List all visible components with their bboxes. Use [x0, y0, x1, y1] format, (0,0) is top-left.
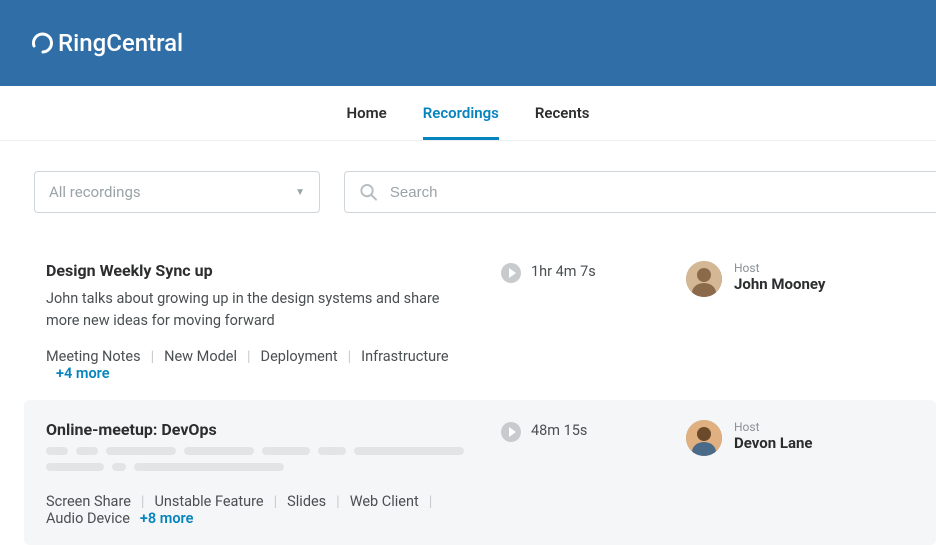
tag: Infrastructure — [361, 348, 448, 365]
main-nav: Home Recordings Recents — [0, 86, 936, 141]
chevron-down-icon: ▼ — [295, 187, 305, 198]
search-box[interactable] — [344, 171, 936, 213]
recording-tags: Screen Share| Unstable Feature| Slides| … — [46, 493, 501, 527]
ring-icon — [30, 30, 56, 56]
recording-title: Design Weekly Sync up — [46, 261, 501, 280]
nav-home[interactable]: Home — [347, 87, 387, 140]
nav-recents[interactable]: Recents — [535, 87, 590, 140]
recording-description: John talks about growing up in the desig… — [46, 288, 476, 332]
filter-selected-label: All recordings — [49, 183, 141, 201]
search-icon — [359, 182, 378, 202]
filter-dropdown[interactable]: All recordings ▼ — [34, 171, 320, 213]
tag-separator: | — [338, 348, 362, 365]
tag-separator: | — [131, 493, 155, 510]
tag: Screen Share — [46, 493, 131, 510]
app-header: RingCentral — [0, 0, 936, 86]
recording-main: Online-meetup: DevOps Screen Share| Unst… — [46, 420, 501, 527]
recording-title: Online-meetup: DevOps — [46, 420, 501, 439]
tags-more-link[interactable]: +8 more — [130, 510, 194, 527]
recording-row[interactable]: Online-meetup: DevOps Screen Share| Unst… — [24, 400, 936, 545]
tag: Audio Device — [46, 510, 130, 527]
recording-duration-block: 1hr 4m 7s — [501, 261, 686, 382]
recording-host-block: Host John Mooney — [686, 261, 825, 382]
avatar — [686, 261, 722, 297]
tag-separator: | — [141, 348, 165, 365]
tag-separator: | — [419, 493, 443, 510]
host-label: Host — [734, 420, 813, 434]
recording-duration-block: 48m 15s — [501, 420, 686, 527]
recording-tags: Meeting Notes| New Model| Deployment| In… — [46, 348, 501, 382]
recording-main: Design Weekly Sync up John talks about g… — [46, 261, 501, 382]
nav-recordings[interactable]: Recordings — [423, 87, 499, 140]
recording-row[interactable]: Design Weekly Sync up John talks about g… — [0, 241, 936, 400]
play-icon[interactable] — [501, 263, 521, 283]
tag-separator: | — [264, 493, 288, 510]
tag-separator: | — [237, 348, 261, 365]
brand-logo: RingCentral — [30, 29, 183, 57]
tag: Unstable Feature — [154, 493, 263, 510]
recordings-list: Design Weekly Sync up John talks about g… — [0, 213, 936, 545]
search-input[interactable] — [390, 184, 922, 201]
avatar — [686, 420, 722, 456]
controls-row: All recordings ▼ — [0, 141, 936, 213]
recording-duration: 48m 15s — [531, 422, 587, 439]
brand-text: RingCentral — [58, 29, 183, 57]
tag: New Model — [164, 348, 237, 365]
recording-description-placeholder — [46, 447, 501, 471]
play-icon[interactable] — [501, 422, 521, 442]
recording-duration: 1hr 4m 7s — [531, 263, 596, 280]
tags-more-link[interactable]: +4 more — [46, 365, 110, 382]
host-text: Host Devon Lane — [734, 420, 813, 452]
tag: Meeting Notes — [46, 348, 141, 365]
tag-separator: | — [326, 493, 350, 510]
tag: Slides — [287, 493, 326, 510]
tag: Deployment — [261, 348, 338, 365]
host-label: Host — [734, 261, 825, 275]
recording-host-block: Host Devon Lane — [686, 420, 813, 527]
host-name: John Mooney — [734, 275, 825, 293]
host-text: Host John Mooney — [734, 261, 825, 293]
tag: Web Client — [350, 493, 419, 510]
host-name: Devon Lane — [734, 434, 813, 452]
